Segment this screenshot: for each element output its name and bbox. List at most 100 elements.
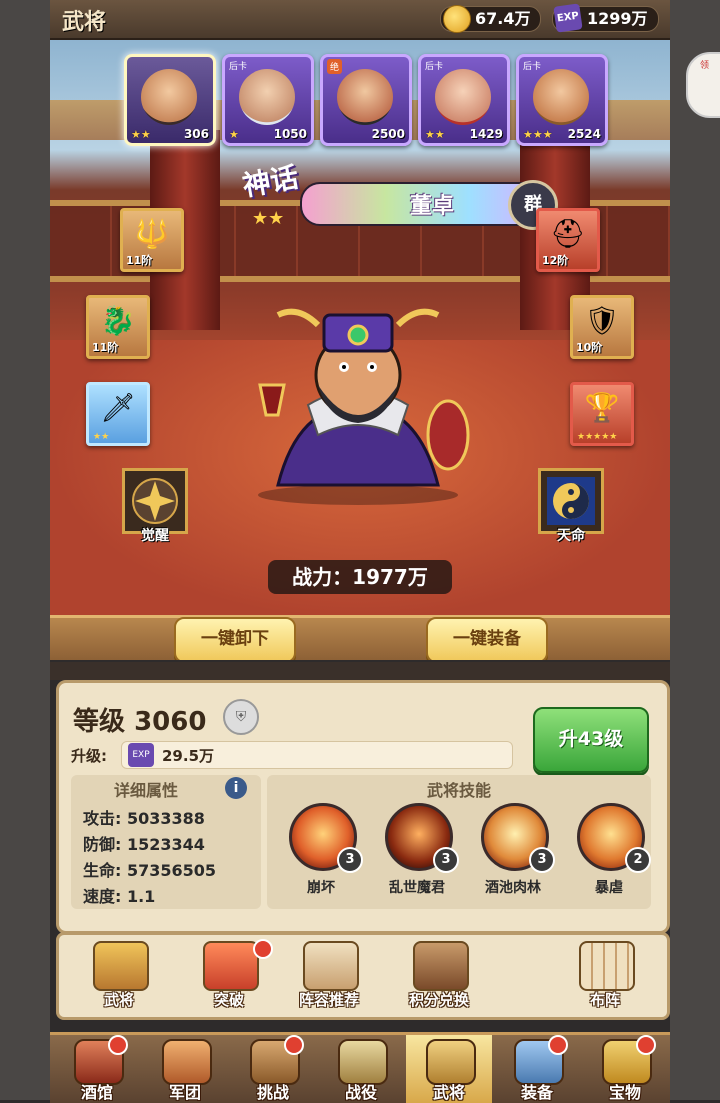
hero-stars: ★★ [425,128,445,141]
stage-edge [50,615,670,660]
hero-stars: ★★ [131,128,151,141]
shortcut-heroes[interactable]: 武将 [79,939,159,1015]
attr-hp: 生命: 57356505 [83,861,217,880]
attributes-box: 详细属性 i 攻击: 5033388 防御: 1523344 生命: 57356… [71,775,261,909]
exp-resource[interactable]: EXP 1299万 [552,3,659,33]
hero-card-2[interactable]: 后卡 ★ 1050 [222,54,314,146]
nav-treasure[interactable]: 宝物 [582,1035,668,1103]
skills-box: 武将技能 3 崩坏 3 乱世魔君 3 酒池肉林 2 暴虐 [267,775,651,909]
skill-2[interactable]: 3 乱世魔君 [377,803,459,903]
nav-tavern[interactable]: 酒馆 [54,1035,140,1103]
exp-icon: EXP [553,3,583,33]
side-reward-button[interactable]: 领 [686,52,720,118]
skill-4[interactable]: 2 暴虐 [569,803,651,903]
nav-challenge[interactable]: 挑战 [230,1035,316,1103]
skills-header: 武将技能 [426,781,491,800]
coin-amount: 67.4万 [475,9,531,28]
nav-campaign[interactable]: 战役 [318,1035,404,1103]
hero-name-banner: 董卓 群 [300,180,558,230]
upgrade-cost-bar: EXP 29.5万 [121,741,513,769]
compass-star-icon [132,478,178,524]
equip-slot-treasure-left[interactable]: 🗡 ★★ [86,382,150,446]
hero-card-1[interactable]: ★★ 306 [124,54,216,146]
hero-count: 1429 [469,127,503,141]
shortcut-breakthrough[interactable]: 突破 [189,939,273,1015]
helmet-icon [93,941,149,991]
notification-dot [284,1035,304,1055]
top-bar: 武将 67.4万 EXP 1299万 [50,0,670,40]
exp-amount: 1299万 [587,9,648,28]
attr-attack: 攻击: 5033388 [83,809,205,828]
hero-count: 2500 [371,127,405,141]
notification-dot [636,1035,656,1055]
equip-slot-weapon[interactable]: 🔱 11阶 [120,208,184,272]
left-margin [0,0,50,1100]
hero-card-3[interactable]: 绝 2500 [320,54,412,146]
hero-count: 1050 [273,127,307,141]
hero-level-value: 3060 [134,707,207,737]
rarity-stars-icon: ★★ [252,208,285,229]
equip-slot-helmet[interactable]: ⛑ 12阶 [536,208,600,272]
shortcut-points-exchange[interactable]: 积分兑换 [399,939,479,1015]
combat-power: 战力：1977万 [268,560,452,594]
level-up-button[interactable]: 升43级 [533,707,649,773]
spear-icon: 🔱 [134,217,170,250]
treasure-bag-icon [413,941,469,991]
dragon-armor-icon: 🐉 [100,304,136,337]
hero-level: 等级 3060 [73,707,207,737]
equip-slot-armor[interactable]: 🐉 11阶 [86,295,150,359]
shield-icon[interactable]: ⛨ [223,699,259,735]
nav-legion[interactable]: 军团 [142,1035,228,1103]
unequip-all-button[interactable]: 一键卸下 [174,617,296,660]
hero-portrait [533,69,589,125]
exp-icon: EXP [128,743,154,767]
hero-stars: ★ [229,128,239,141]
boots-icon: 🛡 [584,304,620,337]
equip-slot-boots[interactable]: 🛡 10阶 [570,295,634,359]
bottom-nav: 酒馆 军团 挑战 战役 武将 装备 宝物 [50,1032,670,1103]
destiny-button[interactable]: 天命 [538,468,604,544]
hero-count: 2524 [567,127,601,141]
shortcut-formation[interactable]: 布阵 [565,939,645,1015]
scepter-icon: 🗡 [100,391,136,424]
goblet-icon: 🏆 [584,391,620,424]
hero-card-5[interactable]: 后卡 ★★★ 2524 [516,54,608,146]
hero-name: 董卓 [409,194,454,219]
notification-dot [108,1035,128,1055]
right-margin: 领 [670,0,720,1100]
shortcut-bar: 武将 突破 阵容推荐 积分兑换 布阵 [56,932,670,1020]
nav-heroes[interactable]: 武将 [406,1035,492,1103]
star-burst-icon [203,941,259,991]
shortcut-lineup-recommend[interactable]: 阵容推荐 [289,939,369,1015]
thumbs-up-scroll-icon [303,941,359,991]
skill-1[interactable]: 3 崩坏 [281,803,363,903]
hero-dongzhuo-figure [258,308,470,505]
nav-equipment[interactable]: 装备 [494,1035,580,1103]
coin-resource[interactable]: 67.4万 [440,5,542,33]
awaken-button[interactable]: 觉醒 [122,468,188,544]
helmet-icon: ⛑ [550,217,586,250]
hero-portrait [435,69,491,125]
panel-divider [50,662,670,680]
hero-count: 306 [183,127,209,141]
upgrade-cost: 29.5万 [162,747,215,765]
yin-yang-icon [547,477,595,525]
hero-portrait [141,69,197,125]
equip-all-button[interactable]: 一键装备 [426,617,548,660]
grid-board-icon [579,941,635,991]
attr-defense: 防御: 1523344 [83,835,205,854]
hero-card-4[interactable]: 后卡 ★★ 1429 [418,54,510,146]
hero-stars: ★★★ [523,128,553,141]
equip-slot-treasure-right[interactable]: 🏆 ★★★★★ [570,382,634,446]
skill-3[interactable]: 3 酒池肉林 [473,803,555,903]
page-title: 武将 [62,10,107,35]
notification-dot [548,1035,568,1055]
notification-dot [253,939,273,959]
hero-portrait [239,69,295,125]
upgrade-label: 升级: [71,747,107,765]
hero-info-panel: 等级 3060 ⛨ 升级: EXP 29.5万 升43级 详细属性 i 攻击: … [56,680,670,934]
coin-icon [443,5,471,33]
attributes-header: 详细属性 [113,781,178,800]
info-icon[interactable]: i [225,777,247,799]
combat-power-value: 1977万 [352,565,428,589]
